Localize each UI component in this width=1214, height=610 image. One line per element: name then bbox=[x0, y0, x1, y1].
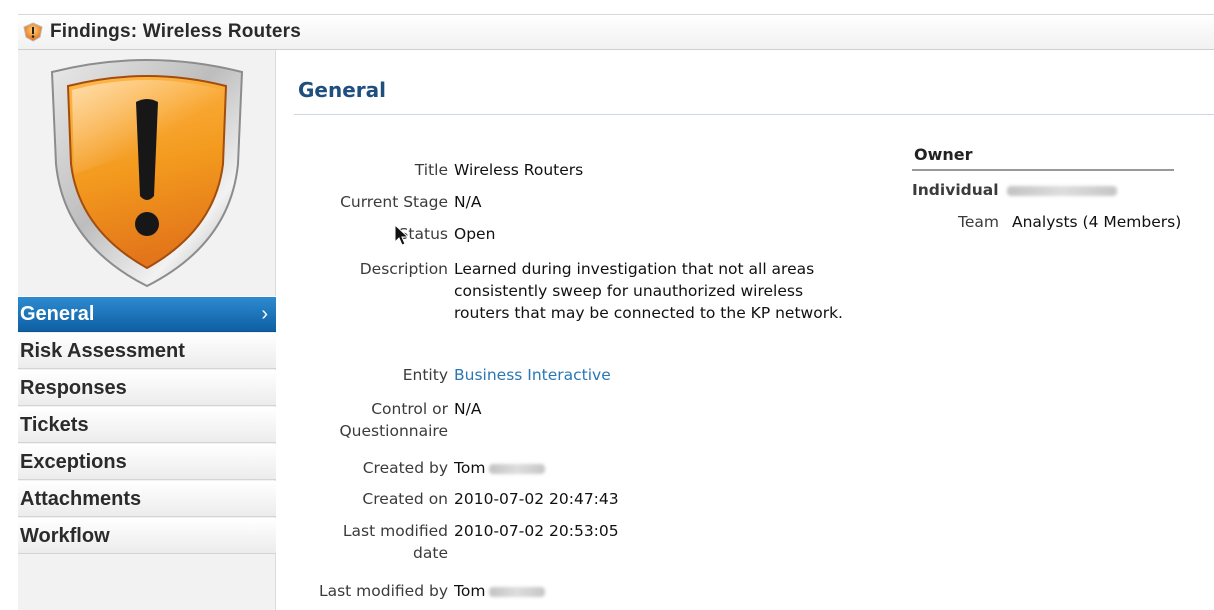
chevron-right-icon: › bbox=[261, 303, 268, 325]
control-value: N/A bbox=[454, 400, 482, 418]
redacted-surname bbox=[489, 586, 546, 597]
status-value: Open bbox=[454, 225, 496, 243]
title-value: Wireless Routers bbox=[454, 161, 584, 179]
nav-item-risk-assessment[interactable]: Risk Assessment bbox=[18, 333, 276, 369]
redacted-owner-name bbox=[1006, 185, 1117, 196]
nav-item-label: Tickets bbox=[20, 413, 89, 436]
last-modified-date-label: Last modified date bbox=[342, 522, 448, 562]
nav-item-responses[interactable]: Responses bbox=[18, 370, 276, 406]
current-stage-value: N/A bbox=[454, 193, 482, 211]
warning-icon bbox=[23, 22, 43, 42]
section-title: General bbox=[298, 78, 386, 102]
control-label: Control or Questionnaire bbox=[339, 400, 448, 440]
sidebar: General › Risk Assessment Responses Tick… bbox=[18, 50, 276, 610]
nav-item-workflow[interactable]: Workflow bbox=[18, 518, 276, 554]
created-on-value: 2010-07-02 20:47:43 bbox=[454, 490, 619, 508]
nav-item-label: Workflow bbox=[20, 524, 110, 547]
created-by-value: Tom bbox=[454, 457, 854, 479]
main-content: General Title Wireless Routers Current S… bbox=[276, 50, 1214, 610]
nav-item-attachments[interactable]: Attachments bbox=[18, 481, 276, 517]
owner-individual-label-text: Individual bbox=[912, 181, 999, 199]
owner-individual-label: Individual bbox=[912, 181, 1117, 199]
nav-item-exceptions[interactable]: Exceptions bbox=[18, 444, 276, 480]
current-stage-label: Current Stage bbox=[340, 193, 448, 211]
nav-item-label: Exceptions bbox=[20, 450, 127, 473]
owner-title: Owner bbox=[912, 145, 1174, 171]
created-by-name: Tom bbox=[454, 459, 486, 477]
window-titlebar: Findings: Wireless Routers bbox=[18, 14, 1214, 50]
nav-item-label: Attachments bbox=[20, 487, 142, 510]
owner-team-value: Analysts (4 Members) bbox=[1012, 213, 1182, 231]
nav-item-label: Responses bbox=[20, 376, 127, 399]
entity-label: Entity bbox=[402, 366, 448, 384]
last-modified-date-value: 2010-07-02 20:53:05 bbox=[454, 522, 619, 540]
description-label: Description bbox=[359, 260, 448, 278]
created-on-label: Created on bbox=[362, 490, 448, 508]
owner-panel: Owner Individual Team Analysts (4 Member… bbox=[912, 145, 1181, 231]
status-label: Status bbox=[398, 225, 448, 243]
window-title: Findings: Wireless Routers bbox=[50, 21, 302, 42]
nav-item-label: Risk Assessment bbox=[20, 339, 185, 362]
warning-shield-icon bbox=[50, 59, 244, 288]
owner-team-label: Team bbox=[958, 213, 999, 231]
redacted-surname bbox=[489, 463, 546, 474]
nav-item-general[interactable]: General › bbox=[18, 296, 276, 332]
entity-link[interactable]: Business Interactive bbox=[454, 364, 854, 386]
mouse-cursor-icon bbox=[394, 224, 410, 246]
last-modified-by-value: Tom bbox=[454, 580, 854, 602]
last-modified-by-name: Tom bbox=[454, 582, 486, 600]
section-divider bbox=[294, 114, 1214, 115]
description-value: Learned during investigation that not al… bbox=[454, 260, 843, 322]
created-by-label: Created by bbox=[362, 459, 448, 477]
nav-item-label: General bbox=[20, 302, 95, 325]
nav-item-tickets[interactable]: Tickets bbox=[18, 407, 276, 443]
title-label: Title bbox=[414, 161, 448, 179]
last-modified-by-label: Last modified by bbox=[318, 582, 448, 600]
section-nav: General › Risk Assessment Responses Tick… bbox=[18, 296, 276, 555]
